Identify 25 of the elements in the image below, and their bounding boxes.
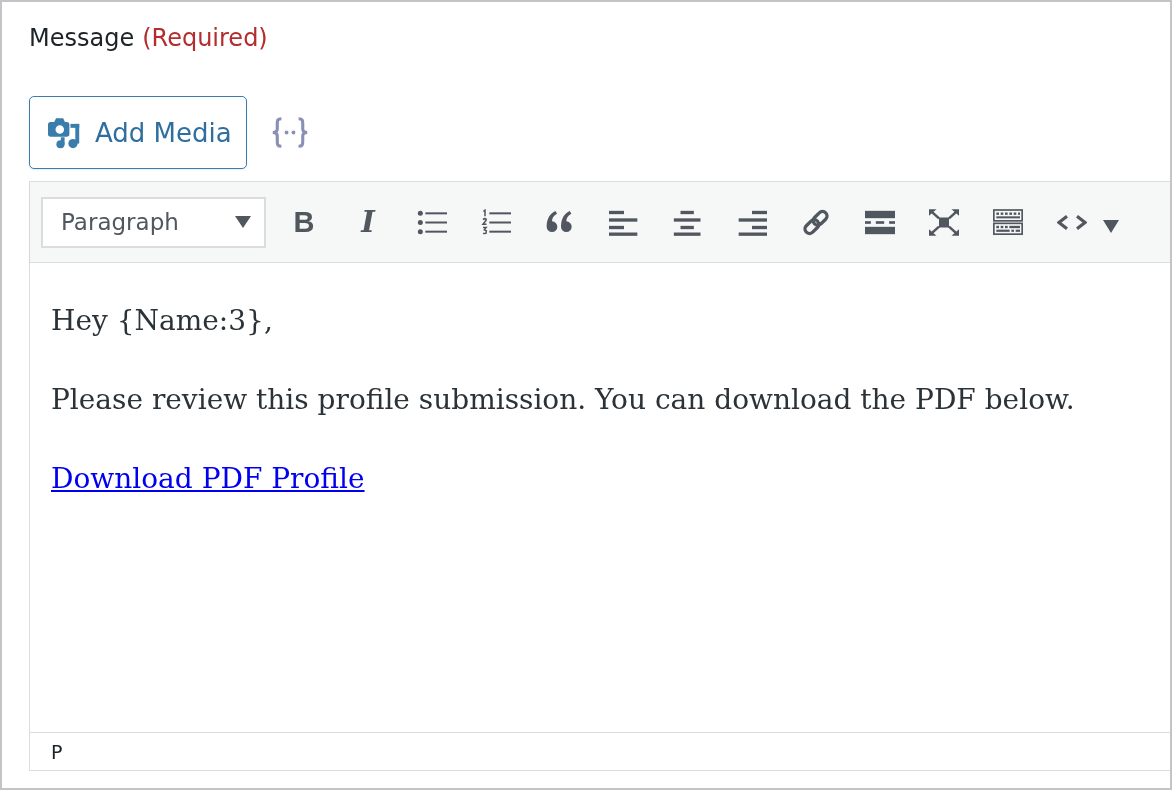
- caret-icon: [1103, 219, 1119, 233]
- bulleted-list-icon: [417, 208, 447, 236]
- numbered-list-icon: [481, 208, 511, 236]
- code-icon: [1057, 214, 1087, 230]
- align-left-icon: [609, 208, 639, 236]
- fullscreen-icon: [929, 208, 959, 236]
- align-center-icon: [673, 208, 703, 236]
- bold-button[interactable]: B: [280, 198, 328, 246]
- paragraph-text: Please review this profile submission. You can download the PDF below.: [51, 382, 1076, 418]
- caret-icon: [235, 216, 251, 228]
- content-link[interactable]: Download PDF Profile: [51, 462, 365, 495]
- italic-button[interactable]: I: [344, 198, 392, 246]
- field-label: Message: [29, 24, 135, 52]
- camera-music-icon: [48, 116, 81, 149]
- element-path[interactable]: P: [51, 740, 63, 763]
- add-media-button[interactable]: Add Media: [29, 96, 247, 169]
- format-select[interactable]: Paragraph: [41, 196, 266, 248]
- chain-link-icon: [801, 208, 831, 236]
- required-note: (Required): [142, 24, 268, 52]
- page-break-icon: [865, 208, 895, 236]
- braces-icon: [270, 117, 309, 148]
- merge-tags-button[interactable]: [270, 117, 309, 148]
- align-right-icon: [737, 208, 767, 236]
- keyboard-icon: [993, 208, 1023, 236]
- paragraph-text: Hey {Name:3},: [51, 303, 274, 339]
